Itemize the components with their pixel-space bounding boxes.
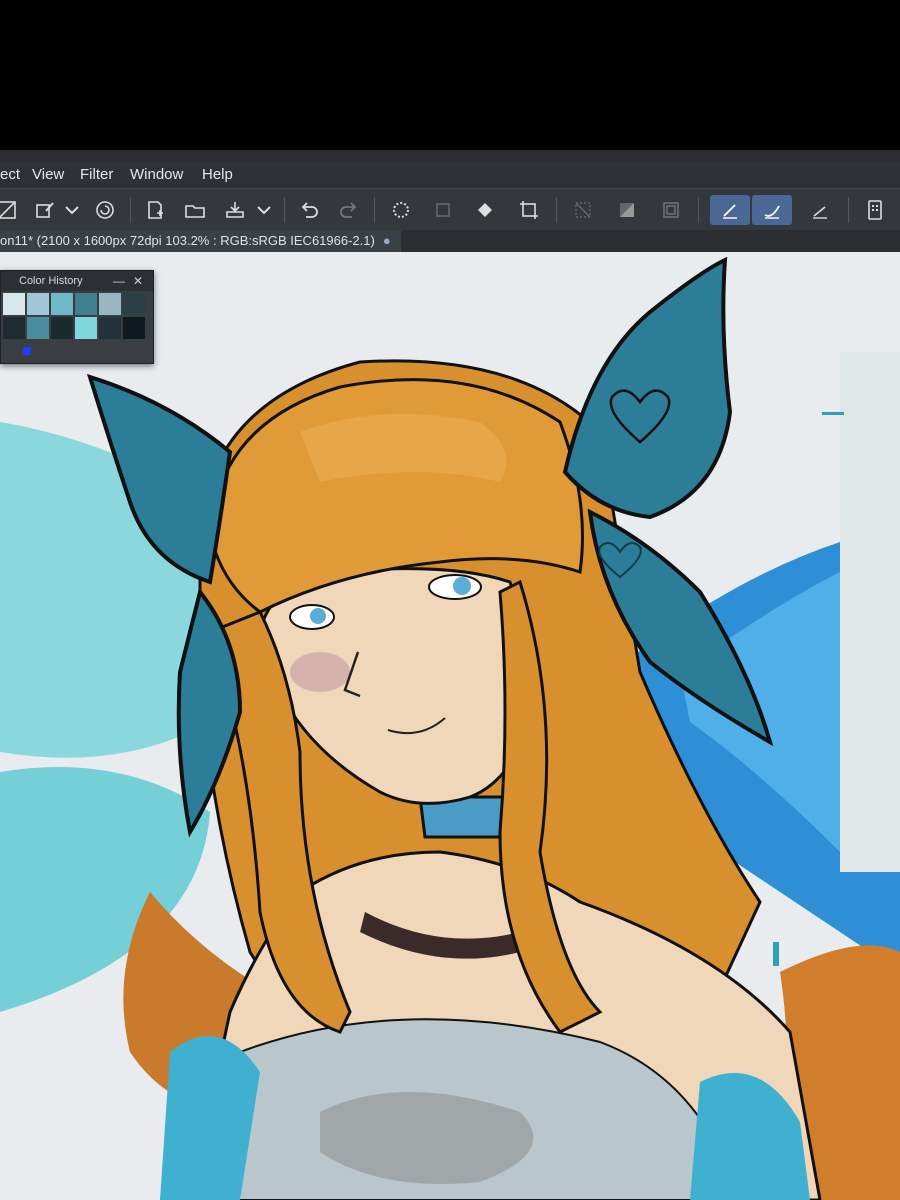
color-history-title: Color History	[19, 275, 83, 287]
command-toolbar	[0, 188, 900, 232]
right-wing-ornament	[562, 256, 733, 520]
left-iris	[310, 608, 326, 624]
selection-tool-button[interactable]	[0, 195, 22, 225]
redo-icon	[340, 202, 357, 218]
toolbar-divider	[556, 197, 557, 223]
artwork	[0, 256, 900, 1200]
sparkle-button[interactable]	[386, 195, 416, 225]
hatch-icon	[575, 202, 591, 218]
toolbar-divider	[698, 197, 699, 223]
new-document-icon	[148, 201, 163, 219]
color-swatch-grid	[1, 293, 145, 339]
brush-mode-button[interactable]	[752, 195, 792, 225]
left-blush	[290, 652, 350, 692]
close-icon[interactable]: ✕	[133, 271, 143, 291]
crop-button[interactable]	[514, 195, 544, 225]
undo-button[interactable]	[294, 195, 324, 225]
toolbar-divider	[374, 197, 375, 223]
selection-tool-icon	[0, 201, 16, 219]
color-swatch[interactable]	[123, 317, 145, 339]
chevron-down-icon	[65, 206, 79, 215]
color-swatch[interactable]	[99, 317, 121, 339]
sparkle-icon	[393, 202, 409, 218]
menu-item-edit[interactable]: ect	[0, 166, 20, 183]
chevron-down-icon	[257, 206, 271, 215]
color-swatch[interactable]	[27, 317, 49, 339]
document-tab-title: on11* (2100 x 1600px 72dpi 103.2% : RGB:…	[0, 233, 375, 248]
eyedropper-icon	[36, 202, 54, 218]
canvas-edge	[840, 352, 900, 872]
minimize-icon[interactable]: —	[113, 271, 125, 291]
color-swatch[interactable]	[3, 293, 25, 315]
pen-mode-button[interactable]	[710, 195, 750, 225]
open-folder-icon	[185, 205, 205, 218]
toolbar-divider	[130, 197, 131, 223]
menu-item-window[interactable]: Window	[130, 166, 183, 183]
redo-button[interactable]	[334, 195, 364, 225]
color-swatch[interactable]	[75, 317, 97, 339]
undo-icon	[301, 202, 318, 218]
teal-mark	[822, 412, 844, 415]
menu-item-view[interactable]: View	[32, 166, 64, 183]
eyedropper-button[interactable]	[30, 195, 60, 225]
spiral-button[interactable]	[90, 195, 120, 225]
hair-highlight	[300, 414, 507, 482]
toolbar-divider	[848, 197, 849, 223]
color-swatch[interactable]	[27, 293, 49, 315]
document-tab[interactable]: on11* (2100 x 1600px 72dpi 103.2% : RGB:…	[0, 230, 401, 252]
toolbar-divider	[284, 197, 285, 223]
color-swatch[interactable]	[51, 317, 73, 339]
fill-button[interactable]	[470, 195, 500, 225]
save-button[interactable]	[220, 195, 250, 225]
transform-icon	[436, 203, 450, 217]
transform-button[interactable]	[428, 195, 458, 225]
ruler-icon	[813, 206, 827, 219]
new-document-button[interactable]	[140, 195, 170, 225]
frame-icon	[663, 202, 679, 218]
frame-button[interactable]	[656, 195, 686, 225]
crop-icon	[520, 201, 538, 219]
current-color-indicator	[23, 347, 31, 355]
save-icon	[226, 202, 244, 218]
color-history-panel: Color History — ✕	[0, 270, 154, 364]
color-swatch[interactable]	[3, 317, 25, 339]
open-button[interactable]	[180, 195, 210, 225]
color-swatch[interactable]	[123, 293, 145, 315]
teal-mark	[773, 942, 779, 966]
menu-bar: ect View Filter Window Help	[0, 162, 900, 188]
fill-icon	[478, 203, 492, 217]
menu-item-filter[interactable]: Filter	[80, 166, 113, 183]
pen-icon	[723, 204, 737, 219]
ruler-button[interactable]	[800, 195, 840, 225]
color-swatch[interactable]	[99, 293, 121, 315]
color-history-header[interactable]: Color History — ✕	[1, 271, 153, 291]
device-button[interactable]	[860, 195, 890, 225]
color-swatch[interactable]	[51, 293, 73, 315]
app-window: ect View Filter Window Help on11* (2100 …	[0, 150, 900, 1200]
drawing-canvas[interactable]	[0, 252, 900, 1200]
device-icon	[868, 200, 882, 220]
hatch-button[interactable]	[568, 195, 598, 225]
dropdown-button[interactable]	[60, 195, 84, 225]
right-iris	[453, 577, 471, 595]
gradient-button[interactable]	[612, 195, 642, 225]
save-options-button[interactable]	[252, 195, 276, 225]
brush-icon	[764, 205, 780, 219]
spiral-icon	[96, 201, 114, 219]
document-tab-bar: on11* (2100 x 1600px 72dpi 103.2% : RGB:…	[0, 230, 900, 252]
modified-indicator[interactable]: ●	[383, 233, 391, 248]
color-swatch[interactable]	[75, 293, 97, 315]
menu-item-help[interactable]: Help	[202, 166, 233, 183]
gradient-icon	[620, 203, 634, 217]
